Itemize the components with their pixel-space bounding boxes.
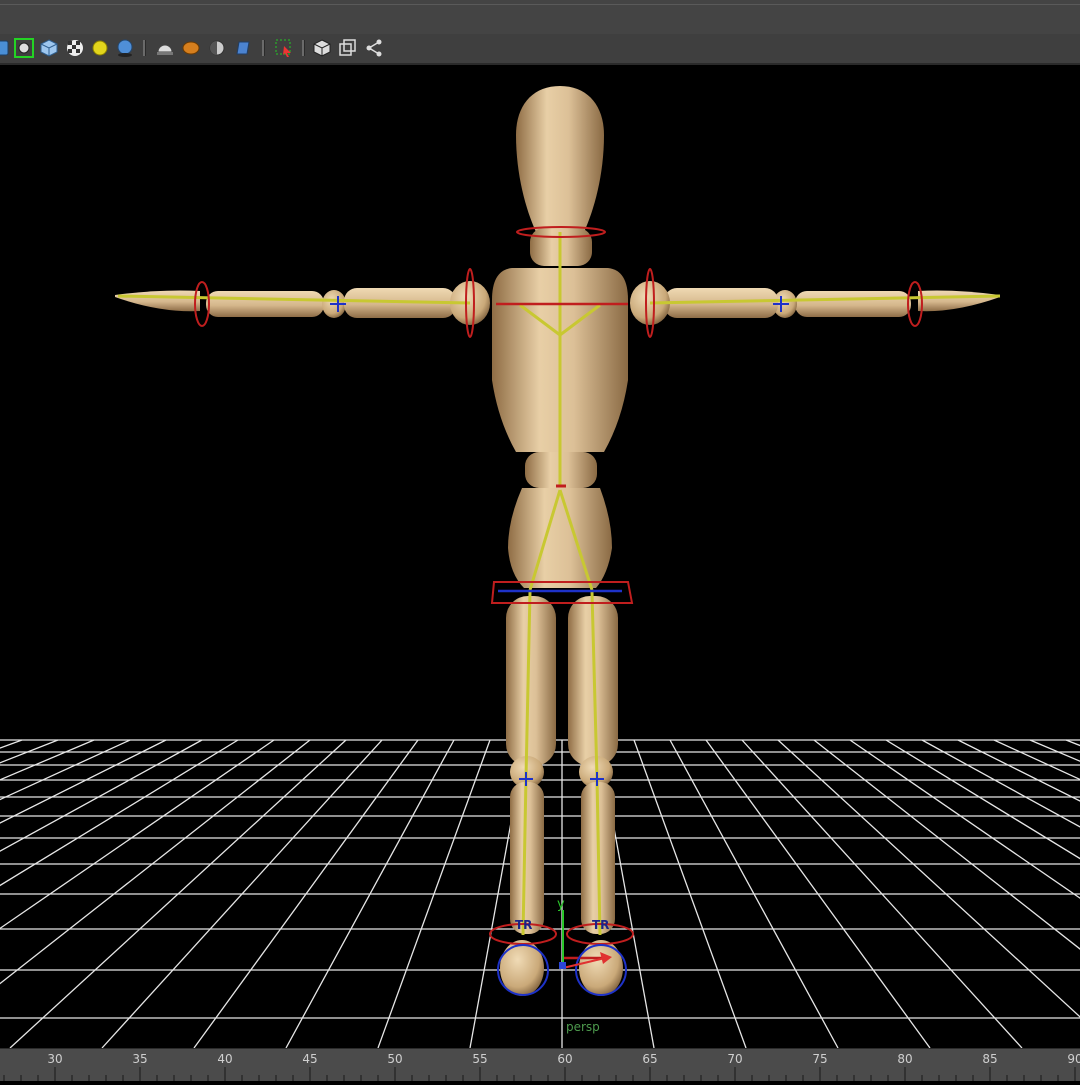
xray-joints-icon[interactable] bbox=[312, 38, 332, 58]
multisample-aa-icon[interactable] bbox=[207, 38, 227, 58]
time-tick-label: 30 bbox=[47, 1052, 63, 1066]
screen-space-ao-icon[interactable] bbox=[155, 38, 175, 58]
time-tick-label: 40 bbox=[217, 1052, 233, 1066]
xray-icon[interactable] bbox=[274, 38, 294, 58]
time-tick-label: 80 bbox=[897, 1052, 913, 1066]
time-tick-label: 60 bbox=[557, 1052, 573, 1066]
toolbar-separator bbox=[143, 40, 146, 56]
time-tick-label: 70 bbox=[727, 1052, 743, 1066]
time-tick-label: 75 bbox=[812, 1052, 828, 1066]
time-tick-label: 65 bbox=[642, 1052, 658, 1066]
camera-label: persp bbox=[566, 1020, 600, 1034]
camera-icon[interactable] bbox=[0, 38, 14, 58]
viewport-scene: y TR TR bbox=[0, 86, 1080, 1048]
time-tick-label: 35 bbox=[132, 1052, 148, 1066]
isolate-select-icon[interactable] bbox=[14, 38, 34, 58]
backface-culling-icon[interactable] bbox=[338, 38, 358, 58]
toolbar-separator bbox=[262, 40, 265, 56]
foot-ik-label-left: TR bbox=[515, 918, 532, 932]
time-tick-label: 50 bbox=[387, 1052, 403, 1066]
use-all-lights-icon[interactable] bbox=[90, 38, 110, 58]
textured-icon[interactable] bbox=[65, 38, 85, 58]
wireframe-on-shaded-icon[interactable] bbox=[39, 38, 59, 58]
time-tick-label: 85 bbox=[982, 1052, 998, 1066]
depth-of-field-icon[interactable] bbox=[233, 38, 253, 58]
foot-ik-label-right: TR bbox=[592, 918, 609, 932]
time-tick-label: 45 bbox=[302, 1052, 318, 1066]
3d-viewport[interactable]: y TR TR bbox=[0, 65, 1080, 1048]
title-strip bbox=[0, 0, 1080, 35]
toolbar-separator bbox=[302, 40, 305, 56]
time-tick-label: 55 bbox=[472, 1052, 488, 1066]
motion-blur-icon[interactable] bbox=[181, 38, 201, 58]
shadows-icon[interactable] bbox=[115, 38, 135, 58]
symmetry-icon[interactable] bbox=[364, 38, 384, 58]
axis-label-y: y bbox=[557, 897, 565, 912]
right-leg bbox=[568, 596, 623, 996]
time-tick-label: 90 bbox=[1067, 1052, 1080, 1066]
